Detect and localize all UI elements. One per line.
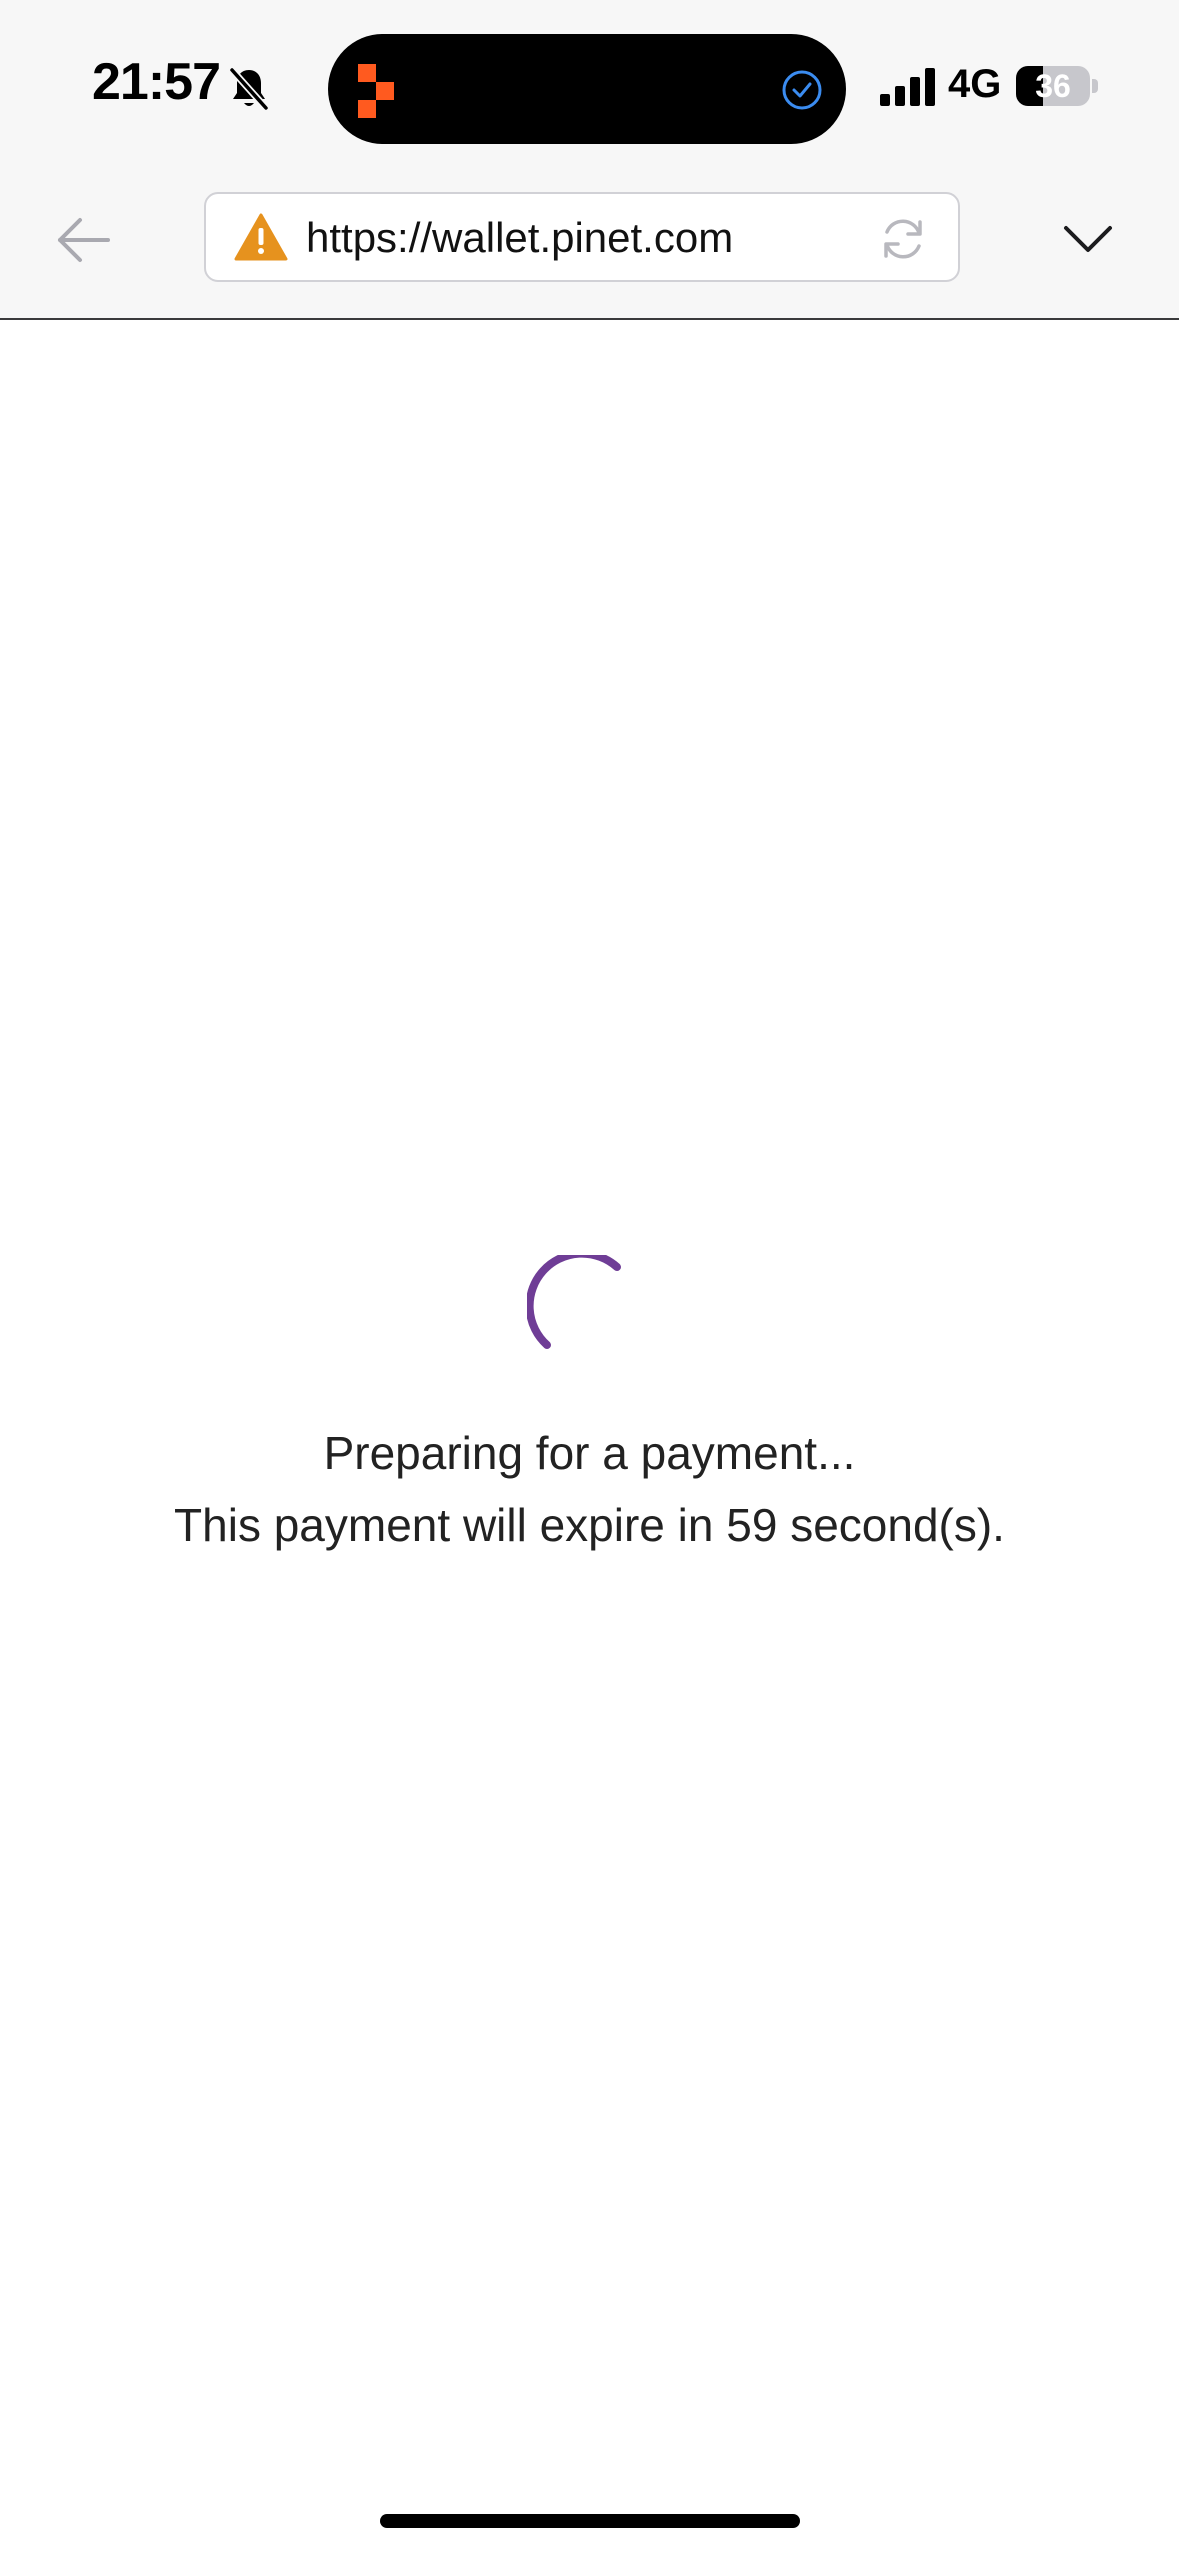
- battery-cap: [1092, 79, 1098, 93]
- status-message: Preparing for a payment...: [323, 1427, 856, 1479]
- home-indicator[interactable]: [380, 2514, 800, 2528]
- address-bar[interactable]: https://wallet.pinet.com: [204, 192, 960, 282]
- chevron-down-icon[interactable]: [1058, 212, 1118, 268]
- check-circle-icon: [782, 70, 822, 110]
- bell-off-icon: [228, 66, 270, 112]
- url-text[interactable]: https://wallet.pinet.com: [306, 214, 733, 262]
- signal-icon: [880, 68, 935, 106]
- network-type: 4G: [948, 62, 1002, 106]
- status-bar: 21:57 4G 36: [0, 0, 1179, 160]
- back-arrow-icon[interactable]: [52, 210, 114, 270]
- battery-level: 36: [1035, 68, 1071, 104]
- status-time: 21:57: [92, 53, 221, 111]
- battery-body: 36: [1016, 66, 1090, 106]
- browser-toolbar: https://wallet.pinet.com: [0, 160, 1179, 320]
- warning-icon: [234, 213, 288, 261]
- dynamic-island[interactable]: [328, 34, 846, 144]
- app-logo-icon: [358, 64, 394, 118]
- phone-screen: 21:57 4G 36 https://wallet.pinet.com Pre…: [0, 0, 1179, 2556]
- expiry-message: This payment will expire in 59 second(s)…: [174, 1499, 1005, 1551]
- spinner-icon: [527, 1255, 621, 1349]
- page-content: Preparing for a payment... This payment …: [0, 320, 1179, 2556]
- reload-icon[interactable]: [878, 214, 928, 264]
- battery-icon: 36: [1016, 66, 1098, 106]
